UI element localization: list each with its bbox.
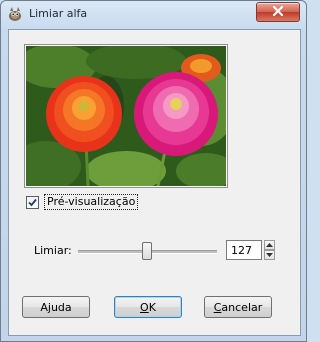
spin-down-button[interactable]	[264, 250, 275, 260]
flowers-preview-image	[26, 46, 226, 186]
close-button[interactable]	[256, 2, 300, 22]
threshold-input[interactable]	[226, 240, 262, 260]
close-x-icon	[272, 5, 284, 19]
spin-up-button[interactable]	[264, 240, 275, 250]
cancel-button[interactable]: Cancelar	[204, 296, 272, 318]
preview-checkbox[interactable]	[26, 195, 39, 209]
cancel-button-label: Cancelar	[213, 300, 263, 314]
slider-thumb[interactable]	[142, 242, 152, 260]
threshold-slider[interactable]	[78, 242, 217, 260]
triangle-up-icon	[266, 243, 273, 247]
checkmark-icon	[28, 198, 37, 206]
preview-toggle[interactable]: Pré-visualização	[26, 194, 139, 210]
dialog-window: Limiar alfa Pré-visualização Limiar: 127…	[0, 0, 307, 342]
preview-label[interactable]: Pré-visualização	[44, 194, 139, 210]
threshold-row: Limiar:	[34, 240, 299, 262]
ok-button[interactable]: OK	[114, 296, 182, 318]
help-button[interactable]: Ajuda	[22, 296, 90, 318]
help-button-label: Ajuda	[40, 300, 72, 314]
ok-button-label: OK	[140, 300, 156, 314]
threshold-label: Limiar:	[34, 244, 72, 257]
dialog-content: Pré-visualização Limiar: Ajuda OK	[8, 29, 301, 336]
window-title: Limiar alfa	[29, 7, 88, 20]
triangle-down-icon	[266, 253, 273, 257]
threshold-spinner[interactable]	[264, 240, 275, 260]
gimp-wilber-icon	[7, 6, 23, 22]
title-bar[interactable]: Limiar alfa	[1, 1, 306, 27]
preview-frame	[24, 44, 228, 188]
